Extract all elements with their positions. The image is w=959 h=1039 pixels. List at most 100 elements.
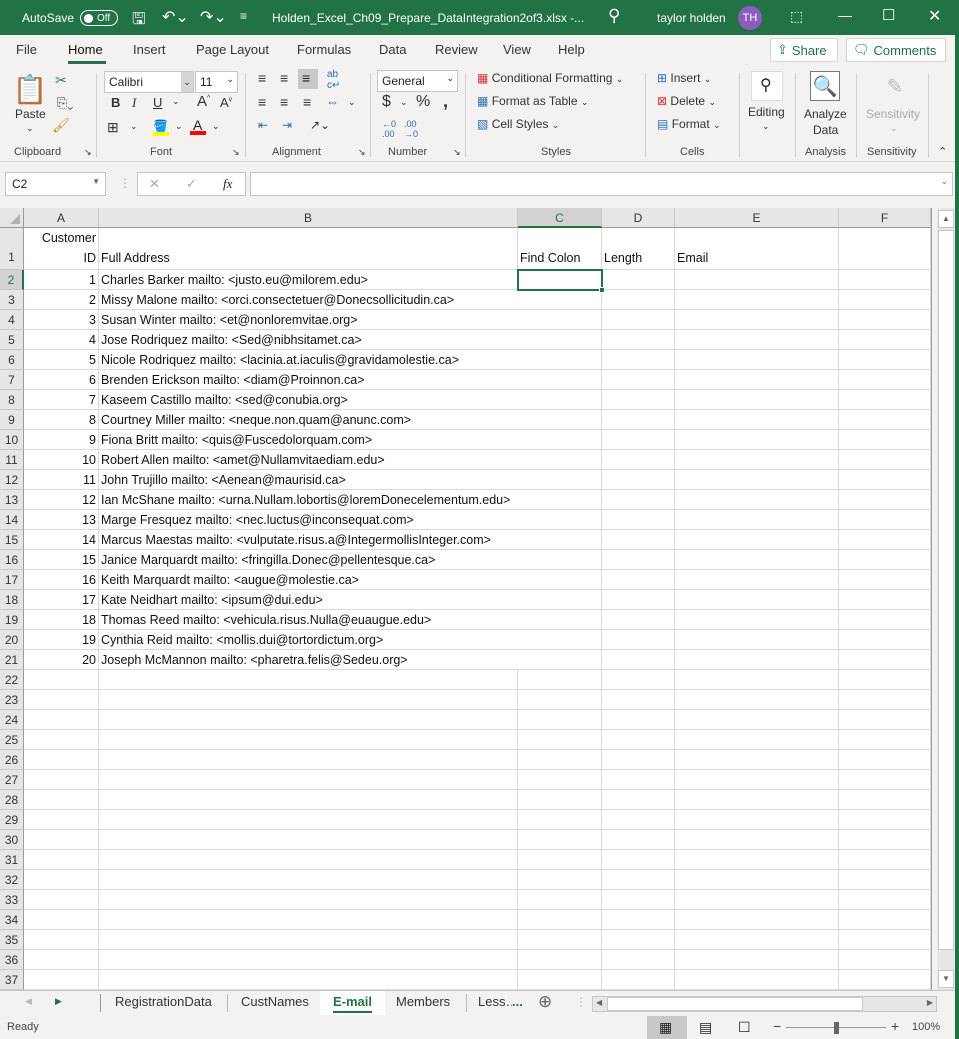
fill-dropdown-icon[interactable]: ⌄ [175,121,183,132]
cell-c27[interactable] [518,770,602,790]
cell-a12[interactable]: 11 [24,470,99,490]
normal-view-button[interactable]: ▦ [647,1016,687,1039]
cell-f23[interactable] [839,690,931,710]
cell-f1[interactable] [839,228,931,270]
cell-a29[interactable] [24,810,99,830]
cell-f26[interactable] [839,750,931,770]
row-header-16[interactable]: 16 [0,550,24,570]
cell-c35[interactable] [518,930,602,950]
cell-c17[interactable] [518,570,602,590]
sheet-tab-e-mail[interactable]: E-mail [333,994,373,1013]
paste-icon[interactable]: 📋 [13,71,48,107]
cancel-icon[interactable]: ✕ [149,176,160,192]
new-sheet-icon[interactable]: ⊕ [538,992,552,1012]
tab-view[interactable]: View [503,42,531,57]
cell-a19[interactable]: 18 [24,610,99,630]
cell-d14[interactable] [602,510,675,530]
cell-c23[interactable] [518,690,602,710]
increase-decimal-icon[interactable]: ←0.00 [382,119,396,139]
cell-a15[interactable]: 14 [24,530,99,550]
row-header-13[interactable]: 13 [0,490,24,510]
undo-icon[interactable]: ↶⌄ [162,7,189,27]
cell-c24[interactable] [518,710,602,730]
sheet-tab-custnames[interactable]: CustNames [241,994,309,1009]
cell-d10[interactable] [602,430,675,450]
cell-d25[interactable] [602,730,675,750]
cell-e26[interactable] [675,750,839,770]
cell-f17[interactable] [839,570,931,590]
cell-f9[interactable] [839,410,931,430]
cell-a11[interactable]: 10 [24,450,99,470]
cell-e16[interactable] [675,550,839,570]
row-header-24[interactable]: 24 [0,710,24,730]
column-header-b[interactable]: B [99,208,518,228]
cell-d30[interactable] [602,830,675,850]
cell-e18[interactable] [675,590,839,610]
minimize-icon[interactable]: — [838,7,852,23]
cell-a31[interactable] [24,850,99,870]
row-header-34[interactable]: 34 [0,910,24,930]
middle-align-icon[interactable]: ≡ [280,70,288,86]
align-left-icon[interactable]: ≡ [258,94,266,110]
font-name-select[interactable]: Calibri ⌄ [104,71,194,93]
cell-d28[interactable] [602,790,675,810]
cell-b28[interactable] [99,790,518,810]
chevron-down-icon[interactable]: ⌄ [181,72,193,92]
cell-f33[interactable] [839,890,931,910]
row-header-14[interactable]: 14 [0,510,24,530]
top-align-icon[interactable]: ≡ [258,70,266,86]
scroll-right-button[interactable]: ▶ [927,998,933,1007]
previous-sheet-icon[interactable]: ◀ [25,996,32,1007]
accounting-dropdown-icon[interactable]: ⌄ [400,97,408,108]
customize-toolbar-icon[interactable]: ≡ [240,9,247,23]
merge-dropdown-icon[interactable]: ⌄ [348,97,356,108]
cell-e8[interactable] [675,390,839,410]
cell-d22[interactable] [602,670,675,690]
cell-d8[interactable] [602,390,675,410]
clipboard-launcher-icon[interactable]: ↘ [84,147,92,158]
cell-d2[interactable] [602,270,675,290]
formula-input[interactable]: ⌄ [250,172,953,196]
row-header-12[interactable]: 12 [0,470,24,490]
collapse-ribbon-icon[interactable]: ⌃ [938,145,947,158]
close-icon[interactable]: ✕ [928,6,941,26]
cell-b27[interactable] [99,770,518,790]
cell-a37[interactable] [24,970,99,990]
font-size-select[interactable]: 11 ⌄ [195,71,238,93]
cell-e27[interactable] [675,770,839,790]
cell-c6[interactable] [518,350,602,370]
cell-e19[interactable] [675,610,839,630]
cell-d12[interactable] [602,470,675,490]
cell-d15[interactable] [602,530,675,550]
font-color-dropdown-icon[interactable]: ⌄ [212,121,220,132]
expand-formula-bar-icon[interactable]: ⌄ [940,176,948,187]
cell-e29[interactable] [675,810,839,830]
cell-f19[interactable] [839,610,931,630]
cell-a14[interactable]: 13 [24,510,99,530]
row-header-18[interactable]: 18 [0,590,24,610]
cell-f12[interactable] [839,470,931,490]
scroll-down-button[interactable]: ▼ [938,970,954,988]
cell-c8[interactable] [518,390,602,410]
cell-d3[interactable] [602,290,675,310]
conditional-formatting-button[interactable]: ▦ Conditional Formatting ⌄ [477,71,623,85]
column-header-e[interactable]: E [675,208,839,228]
row-header-19[interactable]: 19 [0,610,24,630]
decrease-indent-icon[interactable]: ⇤ [258,118,268,132]
underline-dropdown-icon[interactable]: ⌄ [172,96,180,107]
cell-b3[interactable]: Missy Malone mailto: <orci.consectetuer@… [99,290,518,310]
cell-a26[interactable] [24,750,99,770]
row-header-35[interactable]: 35 [0,930,24,950]
row-header-28[interactable]: 28 [0,790,24,810]
cell-f7[interactable] [839,370,931,390]
cell-b30[interactable] [99,830,518,850]
cell-c20[interactable] [518,630,602,650]
cell-b7[interactable]: Brenden Erickson mailto: <diam@Proinnon.… [99,370,518,390]
bottom-align-button[interactable]: ≡ [298,69,318,89]
cell-c12[interactable] [518,470,602,490]
row-header-4[interactable]: 4 [0,310,24,330]
cell-b6[interactable]: Nicole Rodriquez mailto: <lacinia.at.iac… [99,350,518,370]
cell-e1[interactable]: Email [675,228,839,270]
cell-e15[interactable] [675,530,839,550]
percent-style-icon[interactable]: % [416,93,430,111]
